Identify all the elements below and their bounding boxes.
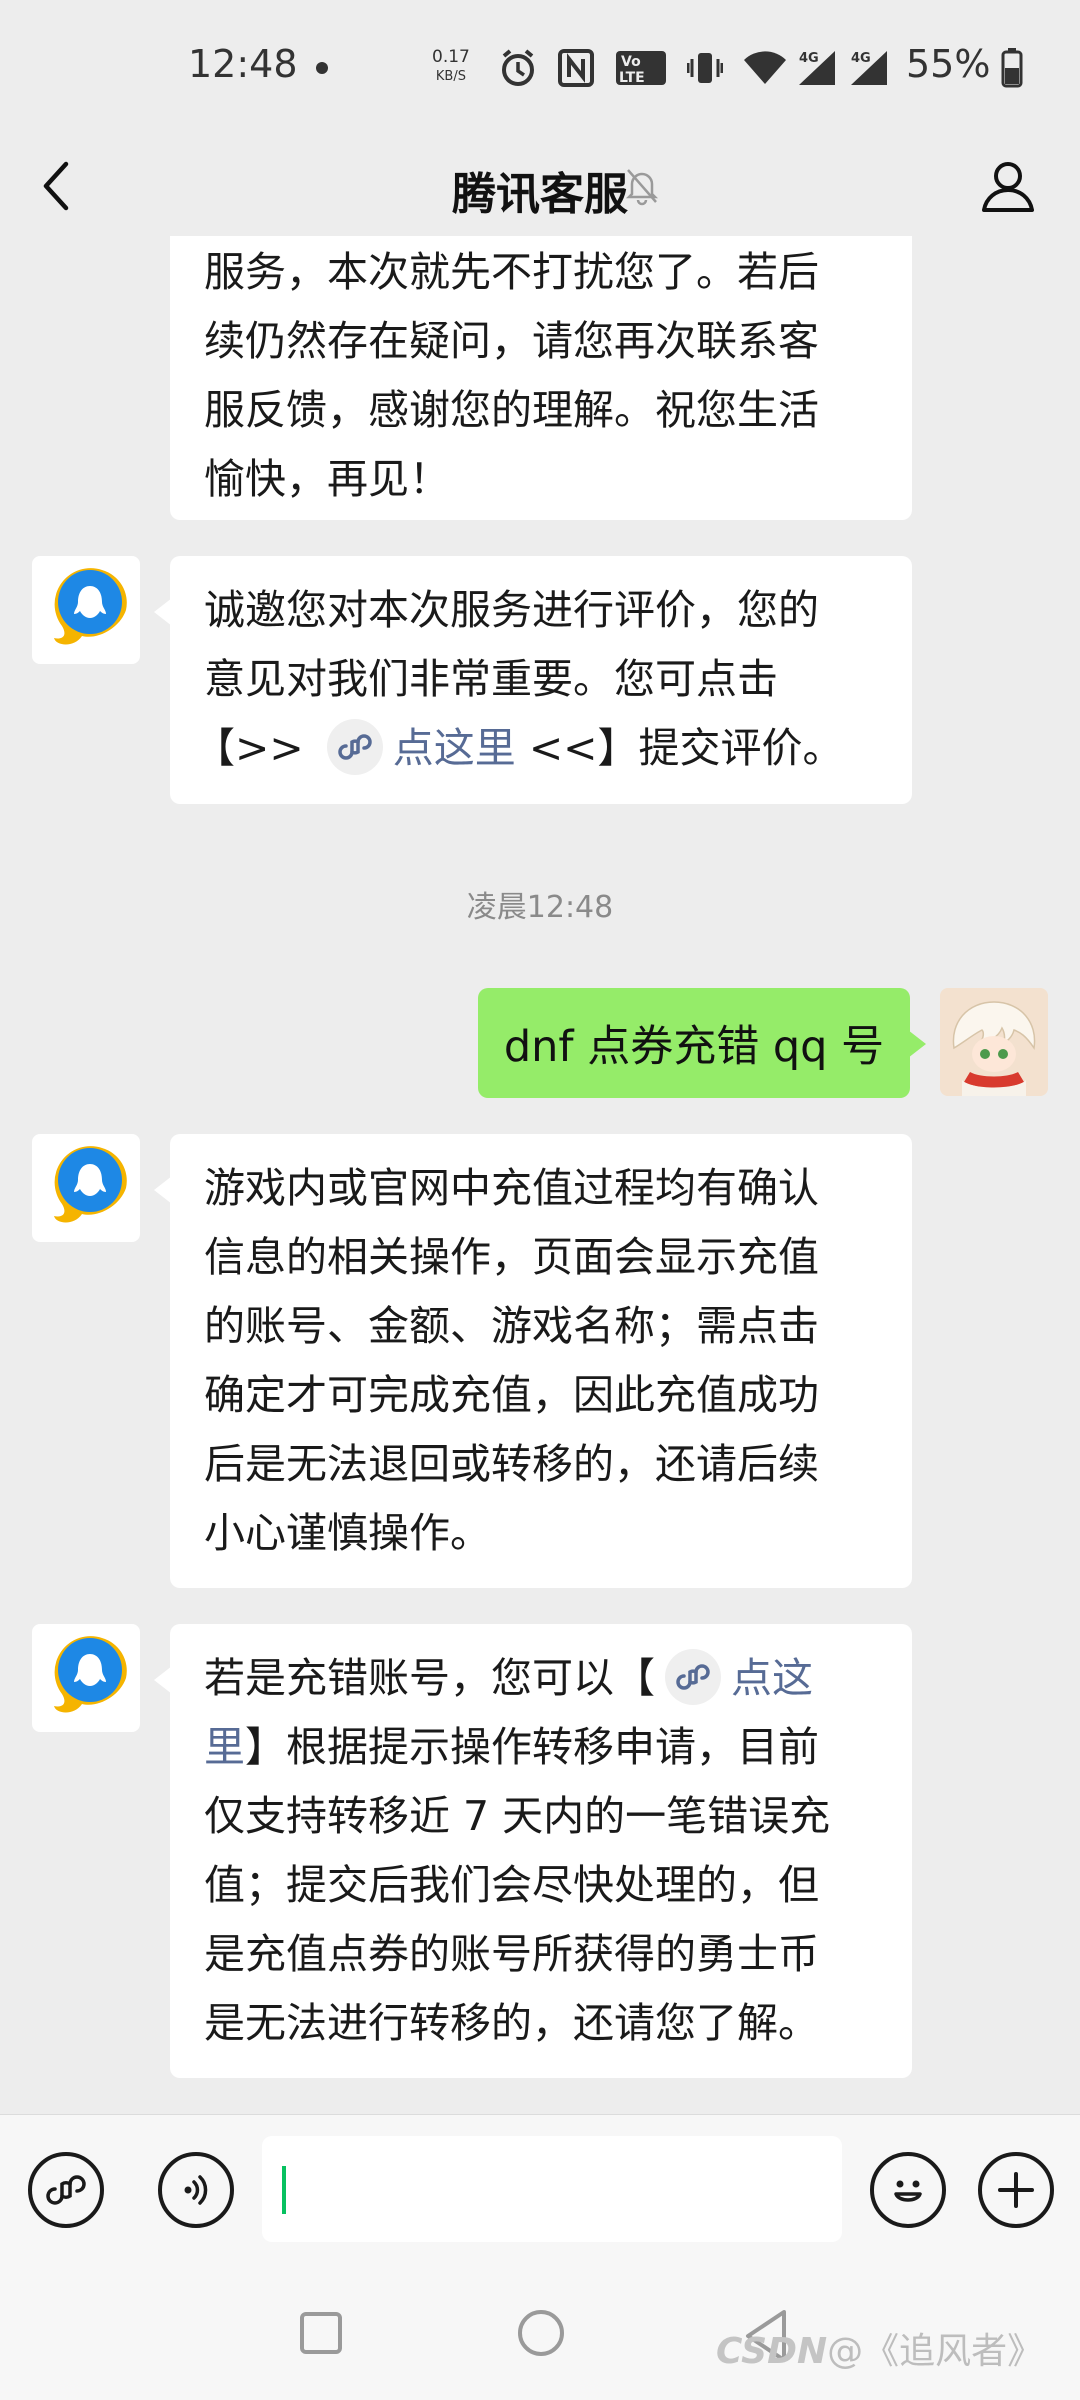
more-functions-button[interactable] xyxy=(978,2152,1054,2228)
network-speed-unit: KB/S xyxy=(435,69,466,84)
transfer-link-continued[interactable]: 里 xyxy=(204,1723,245,1771)
network-speed: 0.17 KB/S xyxy=(432,48,470,86)
anime-character-avatar-icon xyxy=(940,988,1048,1096)
message-line: 小心谨慎操作。 xyxy=(204,1509,491,1557)
plus-icon xyxy=(998,2172,1034,2208)
battery-icon xyxy=(1000,46,1024,90)
message-line: 诚邀您对本次服务进行评价，您的 xyxy=(204,586,819,634)
chat-header: 腾讯客服 xyxy=(0,136,1080,236)
svg-text:4G: 4G xyxy=(851,51,871,66)
message-timestamp: 凌晨12:48 xyxy=(466,890,614,925)
battery-level: 55% xyxy=(906,42,991,86)
home-button[interactable] xyxy=(518,2310,564,2356)
svg-text:LTE: LTE xyxy=(619,70,645,86)
transfer-link[interactable]: 点这 xyxy=(731,1654,813,1702)
qq-service-logo-icon xyxy=(54,1146,127,1223)
message-bubble-outgoing[interactable]: dnf 点券充错 qq 号 xyxy=(478,988,926,1098)
watermark: CSDN@《追风者》 xyxy=(716,2322,1043,2374)
message-line: 续仍然存在疑问，请您再次联系客 xyxy=(204,317,819,365)
watermark-author: @《追风者》 xyxy=(827,2331,1044,2372)
message-line: 意见对我们非常重要。您可点击 xyxy=(204,655,778,703)
signal-icon: 4G xyxy=(848,46,892,90)
vibrate-icon xyxy=(686,46,724,90)
message-line: 服反馈，感谢您的理解。祝您生活 xyxy=(204,386,819,434)
recent-apps-button[interactable] xyxy=(300,2312,342,2354)
mute-bell-icon xyxy=(622,166,662,206)
status-time: 12:48 xyxy=(188,42,298,86)
message-text: 】根据提示操作转移申请，目前 xyxy=(245,1723,819,1771)
qq-service-logo-icon xyxy=(54,1636,127,1713)
rating-link[interactable]: 点这里 xyxy=(393,724,516,772)
mini-program-link-icon xyxy=(665,1649,721,1705)
nfc-icon xyxy=(556,46,596,90)
tencent-service-avatar[interactable] xyxy=(32,556,140,664)
volte-icon: Vo LTE xyxy=(614,46,668,90)
status-bar: 12:48 0.17 KB/S Vo LTE 4G 4G 55% xyxy=(0,0,1080,136)
emoji-button[interactable] xyxy=(870,2152,946,2228)
message-line: 仅支持转移近 7 天内的一笔错误充 xyxy=(204,1792,831,1840)
message-bubble-rating-invite[interactable]: 诚邀您对本次服务进行评价，您的 意见对我们非常重要。您可点击 【>> 点这里 <… xyxy=(154,556,912,804)
bracket-suffix: <<】提交评价。 xyxy=(528,724,844,772)
voice-button[interactable] xyxy=(158,2152,234,2228)
message-line: 是充值点券的账号所获得的勇士币 xyxy=(204,1930,819,1978)
message-line: 是无法进行转移的，还请您了解。 xyxy=(204,1999,819,2047)
message-line: 若是充错账号，您可以【 点这 xyxy=(204,1644,878,1713)
message-line: 确定才可完成充值，因此充值成功 xyxy=(204,1371,819,1419)
bracket-prefix: 【>> xyxy=(194,724,304,772)
message-line: 里】根据提示操作转移申请，目前 xyxy=(204,1713,878,1782)
notification-dot-icon xyxy=(316,62,328,74)
network-speed-value: 0.17 xyxy=(432,47,470,67)
alarm-icon xyxy=(496,46,540,90)
message-line: 【>> 点这里 <<】提交评价。 xyxy=(194,714,878,783)
chat-title: 腾讯客服 xyxy=(452,169,628,220)
message-line: 值；提交后我们会尽快处理的，但 xyxy=(204,1861,819,1909)
mini-program-button[interactable] xyxy=(28,2152,104,2228)
message-line: 信息的相关操作，页面会显示充值 xyxy=(204,1233,819,1281)
qq-service-logo-icon xyxy=(54,568,127,645)
svg-text:4G: 4G xyxy=(799,51,819,66)
message-line: 后是无法退回或转移的，还请后续 xyxy=(204,1440,819,1488)
message-text: dnf 点券充错 qq 号 xyxy=(503,1022,885,1072)
message-input[interactable] xyxy=(262,2136,842,2242)
tencent-service-avatar[interactable] xyxy=(32,1134,140,1242)
tencent-service-avatar[interactable] xyxy=(32,1624,140,1732)
message-bubble-recharge-notice[interactable]: 游戏内或官网中充值过程均有确认 信息的相关操作，页面会显示充值 的账号、金额、游… xyxy=(154,1134,912,1588)
svg-text:Vo: Vo xyxy=(621,54,641,70)
mini-program-icon xyxy=(46,2175,86,2205)
profile-icon xyxy=(982,162,1034,212)
message-line: 的账号、金额、游戏名称；需点击 xyxy=(204,1302,819,1350)
message-bubble-transfer-info[interactable]: 若是充错账号，您可以【 点这 里】根据提示操作转移申请，目前 仅支持转移近 7 … xyxy=(154,1624,912,2078)
message-line: 游戏内或官网中充值过程均有确认 xyxy=(204,1164,819,1212)
message-line: 服务，本次就先不打扰您了。若后 xyxy=(204,248,819,296)
voice-icon xyxy=(184,2175,208,2205)
mini-program-link-icon xyxy=(326,719,383,775)
watermark-brand: CSDN xyxy=(716,2331,828,2372)
text-cursor xyxy=(282,2166,286,2214)
signal-icon: 4G xyxy=(796,46,840,90)
emoji-icon xyxy=(894,2180,922,2202)
message-bubble-service-closing[interactable]: 服务，本次就先不打扰您了。若后 续仍然存在疑问，请您再次联系客 服反馈，感谢您的… xyxy=(170,236,912,520)
chat-info-button[interactable] xyxy=(972,144,1044,228)
message-text: 若是充错账号，您可以【 xyxy=(204,1654,655,1702)
user-avatar[interactable] xyxy=(940,988,1048,1096)
message-line: 愉快，再见！ xyxy=(204,455,450,503)
wifi-icon xyxy=(742,46,788,90)
